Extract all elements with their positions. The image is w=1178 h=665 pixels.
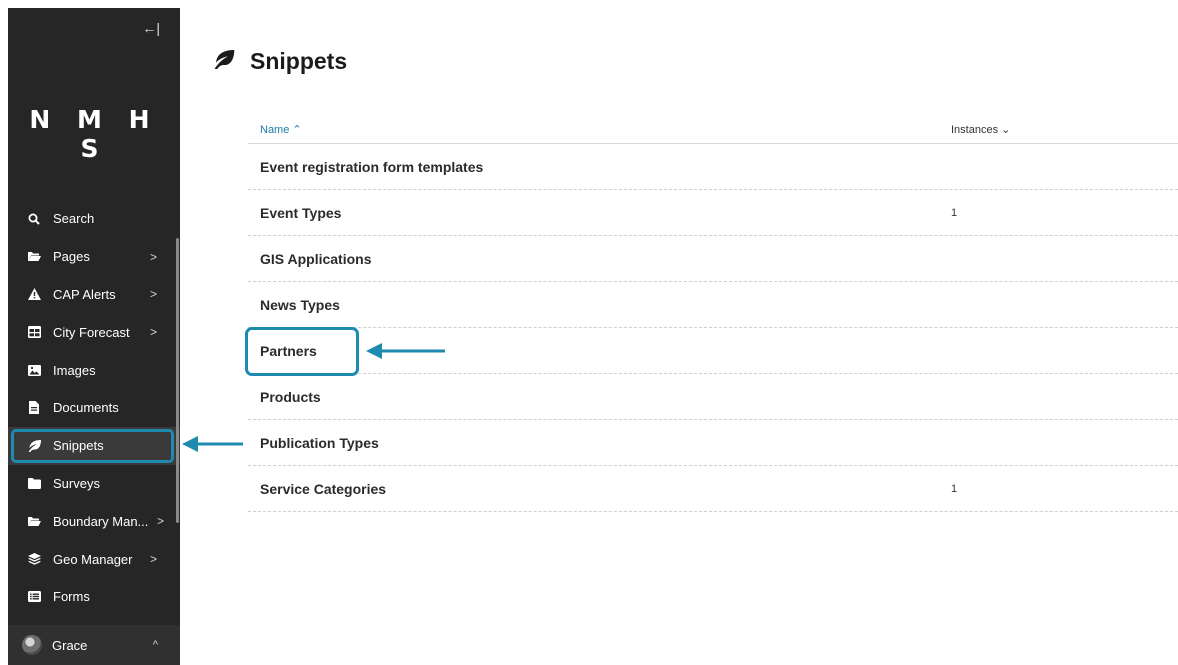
table-header: Name ⌃ Instances ⌄: [248, 117, 1178, 144]
snippet-name[interactable]: Products: [260, 389, 321, 405]
user-menu[interactable]: Grace ^: [8, 625, 180, 665]
sidebar-item-city-forecast[interactable]: City Forecast >: [8, 313, 180, 351]
table-row[interactable]: Publication Types: [248, 420, 1178, 466]
chevron-right-icon: >: [149, 249, 157, 264]
table-row[interactable]: News Types: [248, 282, 1178, 328]
document-icon: [27, 401, 41, 415]
snippet-name[interactable]: Service Categories: [260, 481, 386, 497]
leaf-icon: [27, 439, 41, 453]
snippets-table: Name ⌃ Instances ⌄ Event registration fo…: [248, 117, 1178, 512]
collapse-sidebar-icon[interactable]: ←|: [142, 20, 160, 36]
sidebar-item-label: City Forecast: [53, 324, 130, 340]
sidebar-item-cap-alerts[interactable]: CAP Alerts >: [8, 276, 180, 314]
layers-icon: [27, 552, 41, 566]
leaf-icon: [213, 49, 235, 75]
sidebar-item-documents[interactable]: Documents: [8, 389, 180, 427]
snippet-name[interactable]: Publication Types: [260, 435, 379, 451]
page-title-text: Snippets: [250, 48, 348, 74]
sidebar-item-label: Documents: [53, 400, 119, 416]
snippet-name[interactable]: News Types: [260, 297, 340, 313]
sidebar-item-forms[interactable]: Forms: [8, 578, 180, 616]
folder-icon: [27, 476, 41, 490]
annotation-arrow-icon: [182, 436, 243, 452]
chevron-right-icon: >: [149, 287, 157, 302]
sidebar-item-label: Images: [53, 362, 96, 378]
sidebar-item-label: Forms: [53, 589, 90, 605]
sidebar-scrollbar[interactable]: [176, 238, 179, 523]
instances-count: 1: [951, 207, 958, 219]
page-title: Snippets: [213, 48, 347, 75]
table-row[interactable]: Event registration form templates: [248, 144, 1178, 190]
instances-count: 1: [951, 483, 958, 495]
sidebar-item-label: Pages: [53, 249, 90, 265]
sidebar-item-snippets[interactable]: Snippets: [8, 426, 180, 465]
user-name: Grace: [52, 637, 88, 653]
sidebar-item-search[interactable]: Search: [8, 200, 180, 238]
sidebar-item-label: Boundary Man...: [53, 513, 149, 529]
snippet-name[interactable]: Event registration form templates: [260, 159, 483, 175]
sidebar-item-images[interactable]: Images: [8, 351, 180, 389]
sidebar-item-label: Surveys: [53, 475, 100, 491]
sidebar-item-label: Search: [53, 211, 95, 227]
table-icon: [27, 325, 41, 339]
folder-open-icon: [27, 514, 41, 528]
sort-by-instances-header[interactable]: Instances ⌄: [951, 123, 1010, 136]
partners-highlight-box: [245, 327, 359, 376]
sidebar-item-geo-manager[interactable]: Geo Manager >: [8, 540, 180, 578]
folder-open-icon: [27, 250, 41, 264]
sidebar-item-label: Snippets: [53, 438, 104, 454]
sort-by-name-header[interactable]: Name ⌃: [260, 123, 302, 136]
snippet-name[interactable]: GIS Applications: [260, 251, 372, 267]
sidebar-item-label: Geo Manager: [53, 551, 133, 567]
avatar: [22, 635, 42, 655]
list-icon: [27, 590, 41, 604]
sidebar: ←| N M H S Search Pages > CAP Alerts > C…: [8, 8, 180, 665]
sidebar-item-boundary-manager[interactable]: Boundary Man... >: [8, 502, 180, 540]
image-icon: [27, 363, 41, 377]
sidebar-item-label: CAP Alerts: [53, 286, 116, 302]
chevron-up-icon: ^: [152, 639, 158, 651]
chevron-right-icon: >: [156, 514, 164, 529]
chevron-right-icon: >: [149, 552, 157, 567]
table-row[interactable]: GIS Applications: [248, 236, 1178, 282]
sidebar-menu: Search Pages > CAP Alerts > City Forecas…: [8, 200, 180, 616]
table-row[interactable]: Service Categories 1: [248, 466, 1178, 512]
chevron-right-icon: >: [149, 325, 157, 340]
sidebar-item-surveys[interactable]: Surveys: [8, 465, 180, 503]
table-row[interactable]: Event Types 1: [248, 190, 1178, 236]
warning-icon: [27, 287, 41, 301]
sidebar-item-pages[interactable]: Pages >: [8, 238, 180, 276]
annotation-arrow-icon: [366, 343, 445, 359]
table-row[interactable]: Products: [248, 374, 1178, 420]
site-logo[interactable]: N M H S: [8, 105, 180, 163]
snippet-name[interactable]: Event Types: [260, 205, 341, 221]
search-icon: [27, 212, 41, 226]
